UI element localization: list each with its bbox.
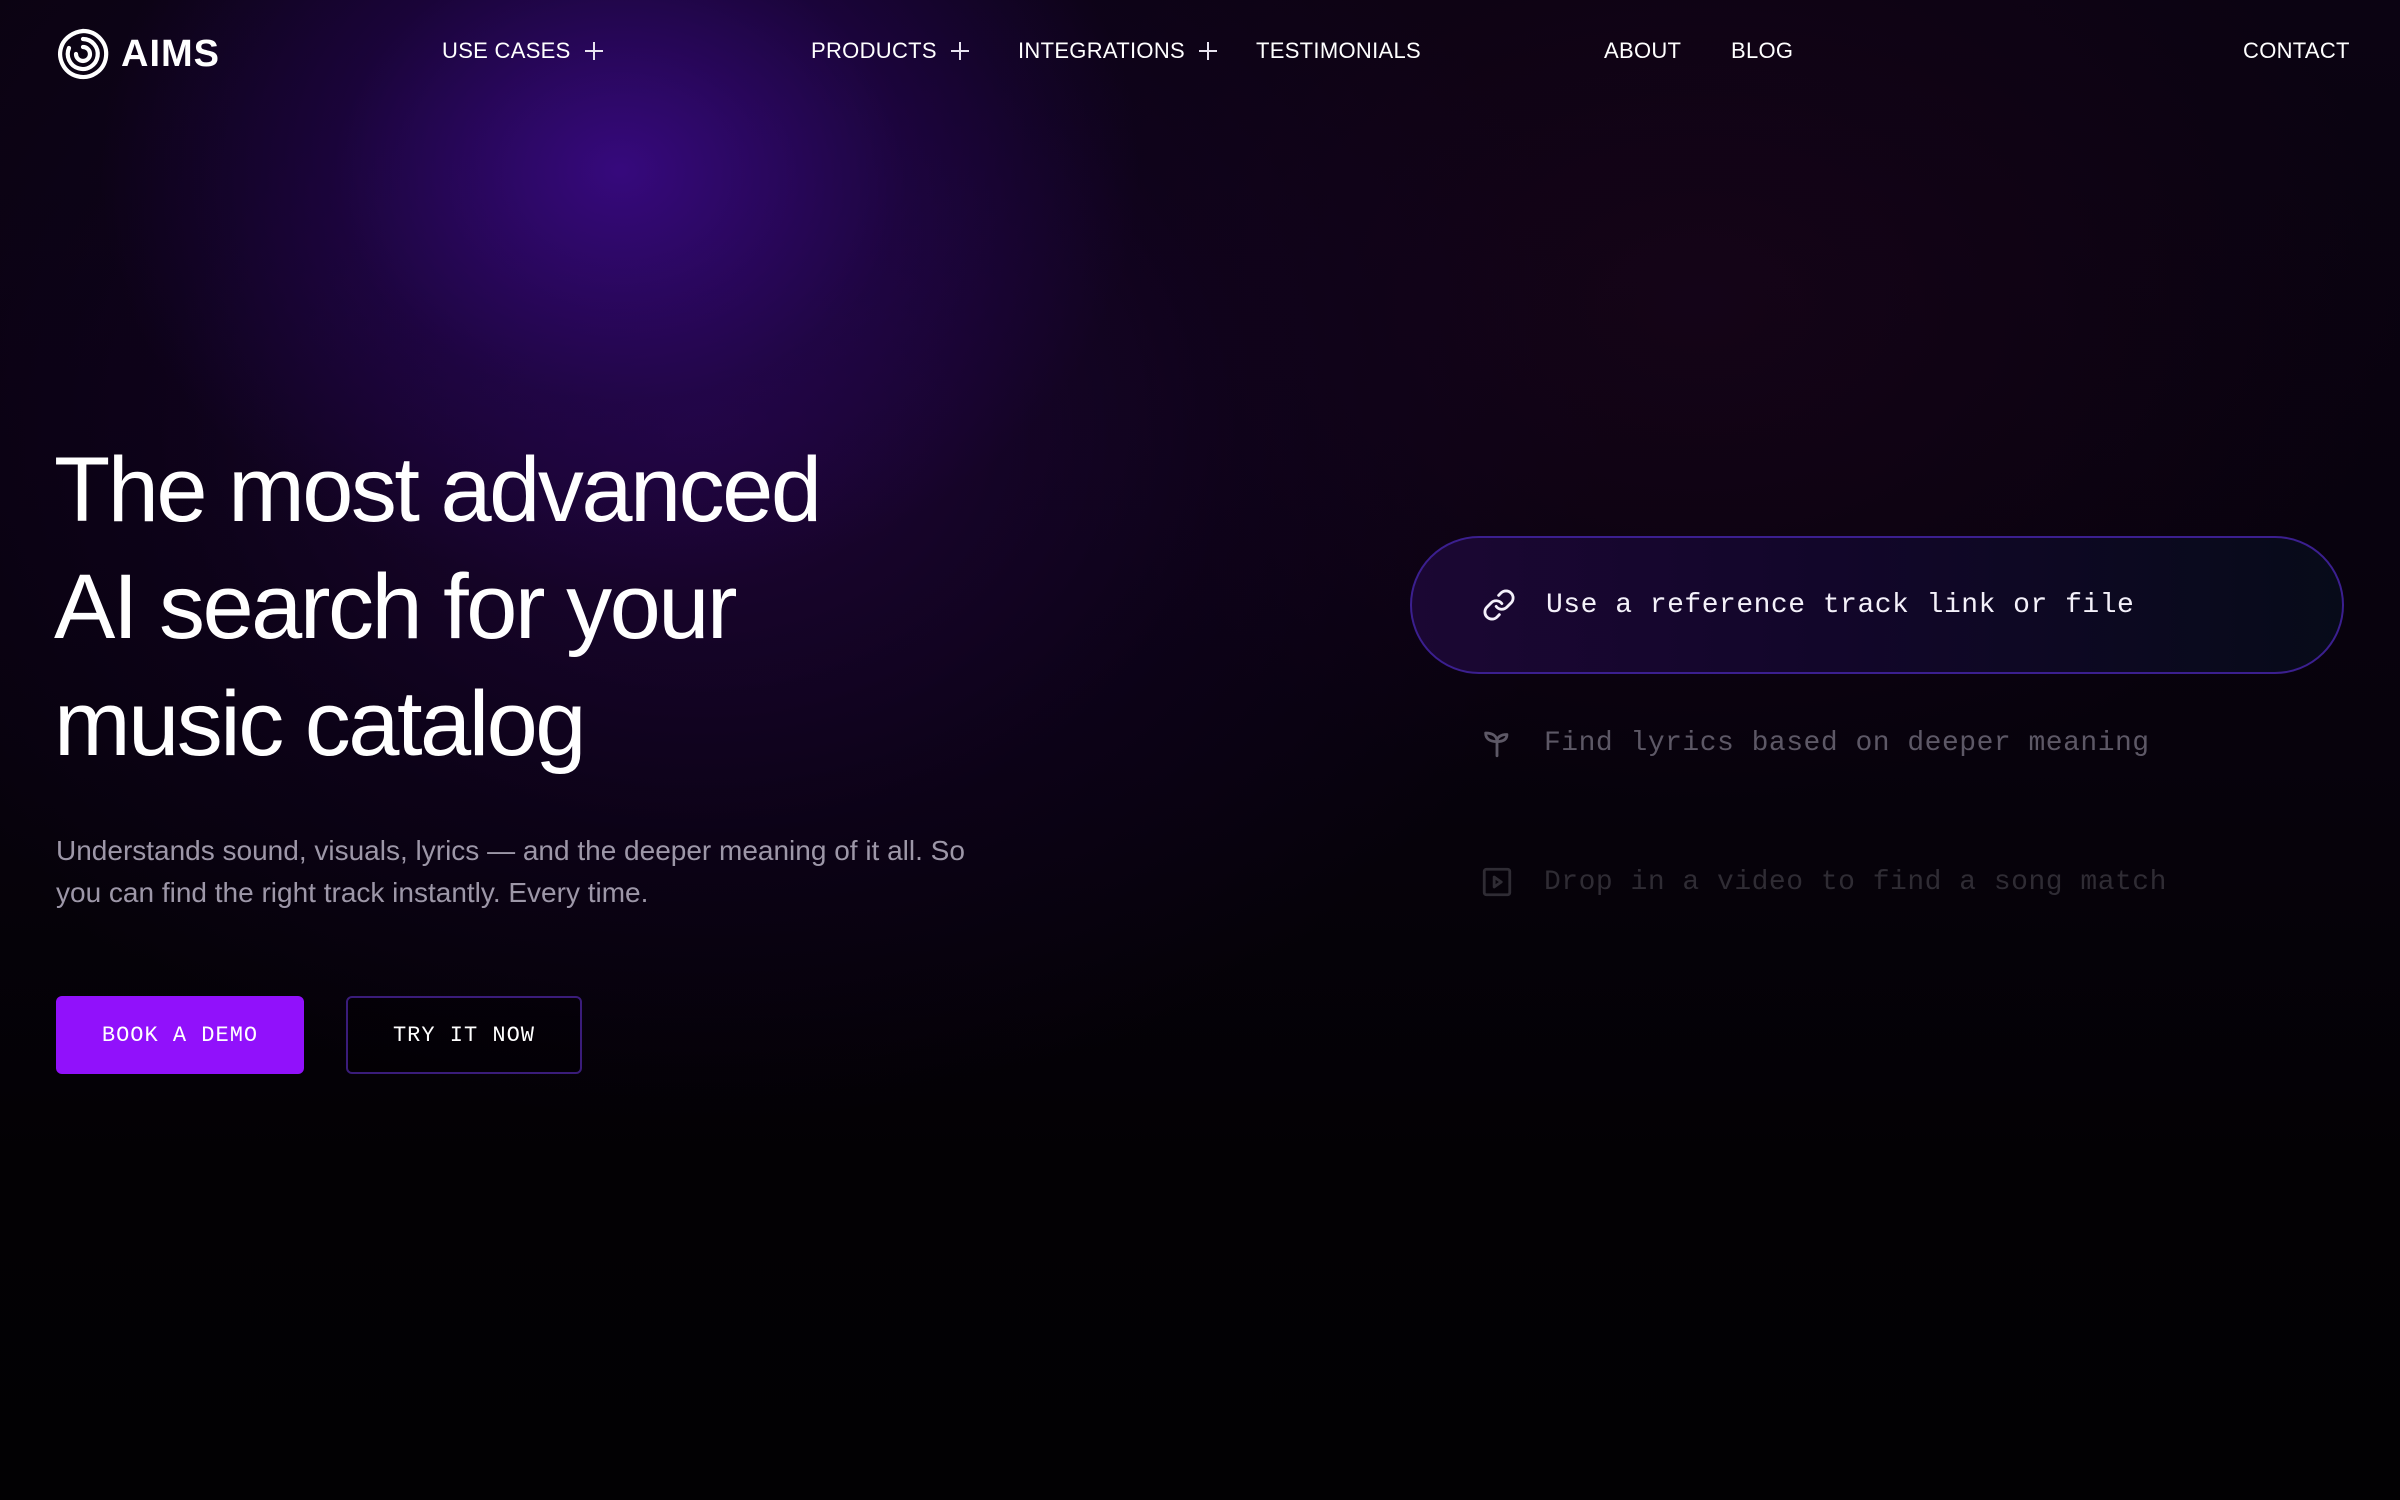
try-it-now-button[interactable]: TRY IT NOW [346,996,582,1074]
book-demo-button[interactable]: BOOK A DEMO [56,996,304,1074]
search-option-reference-track[interactable]: Use a reference track link or file [1410,536,2344,674]
page: AIMS USE CASES PRODUCTS INTEGRATIONS TES… [0,0,2400,1500]
nav-label: PRODUCTS [811,38,937,63]
nav-label: TESTIMONIALS [1256,38,1421,63]
brand-name: AIMS [121,32,220,75]
sprout-icon [1480,726,1514,760]
nav-label: INTEGRATIONS [1018,38,1185,63]
nav-label: USE CASES [442,38,571,63]
top-nav: AIMS USE CASES PRODUCTS INTEGRATIONS TES… [0,0,2400,110]
search-option-video[interactable]: Drop in a video to find a song match [1410,813,2344,951]
hero-title: The most advanced AI search for your mus… [54,432,1154,783]
nav-label: ABOUT [1604,38,1682,63]
nav-testimonials[interactable]: TESTIMONIALS [1256,38,1421,64]
nav-products[interactable]: PRODUCTS [811,38,969,64]
hero-title-line: The most advanced [54,439,822,541]
spiral-logo-icon [55,26,111,82]
nav-label: CONTACT [2243,38,2350,63]
nav-integrations[interactable]: INTEGRATIONS [1018,38,1217,64]
nav-use-cases[interactable]: USE CASES [442,38,603,64]
link-icon [1482,588,1516,622]
plus-icon [950,42,969,60]
nav-about[interactable]: ABOUT [1604,38,1681,64]
video-play-icon [1480,865,1514,899]
hero-title-line: AI search for your [54,556,738,658]
plus-icon [1198,42,1217,60]
nav-blog[interactable]: BLOG [1731,38,1793,64]
nav-label: BLOG [1731,38,1794,63]
search-option-label: Find lyrics based on deeper meaning [1544,727,2150,759]
nav-contact[interactable]: CONTACT [2243,38,2350,64]
search-option-lyrics[interactable]: Find lyrics based on deeper meaning [1410,674,2344,812]
plus-icon [584,42,603,60]
search-option-label: Use a reference track link or file [1546,589,2135,621]
hero-title-line: music catalog [54,673,586,775]
logo-link[interactable]: AIMS [55,26,220,82]
hero-subtitle: Understands sound, visuals, lyrics — and… [56,835,965,908]
search-option-label: Drop in a video to find a song match [1544,866,2167,898]
